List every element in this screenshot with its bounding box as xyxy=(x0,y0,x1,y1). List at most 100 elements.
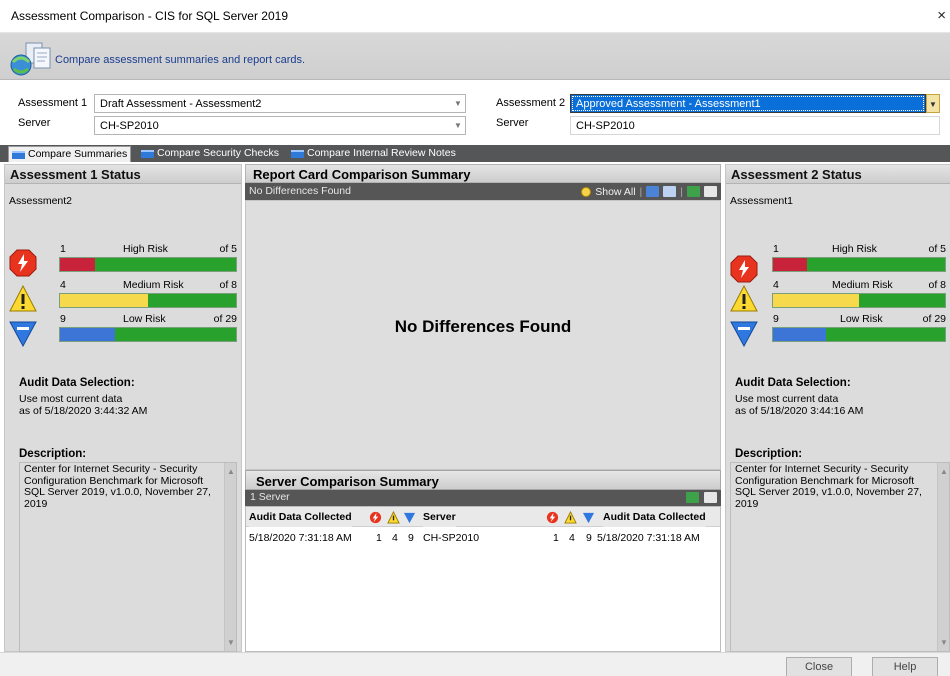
print-icon[interactable] xyxy=(704,186,717,197)
show-all-icon[interactable] xyxy=(581,186,592,197)
tab-compare-summaries[interactable]: Compare Summaries xyxy=(8,146,132,162)
high-risk-icon xyxy=(369,511,382,524)
dialog-button-bar: Close Help xyxy=(0,652,950,676)
header-banner: Compare assessment summaries and report … xyxy=(0,33,950,80)
report-card-grid: No Differences Found xyxy=(245,200,721,470)
chevron-down-icon[interactable]: ▼ xyxy=(451,116,465,135)
report-card-toolbar: Show All | | xyxy=(581,184,717,199)
compare-assessments-icon xyxy=(10,42,51,76)
window-title: Assessment Comparison - CIS for SQL Serv… xyxy=(11,9,288,23)
cell-low-right: 9 xyxy=(586,532,592,544)
report-card-title: Report Card Comparison Summary xyxy=(245,164,721,183)
col-audit-data-left[interactable]: Audit Data Collected xyxy=(249,507,352,527)
description-scrollbar[interactable]: ▲ ▼ xyxy=(937,463,949,651)
risk-count: 1 xyxy=(773,243,779,255)
col-server[interactable]: Server xyxy=(423,507,456,527)
assessment-name: Assessment1 xyxy=(730,195,794,207)
scroll-down-icon[interactable]: ▼ xyxy=(940,637,948,649)
assessment-name: Assessment2 xyxy=(9,195,73,207)
report-card-subheader: No Differences Found Show All | | xyxy=(245,183,721,200)
col-audit-data-right[interactable]: Audit Data Collected xyxy=(603,507,706,527)
server-summary-subheader: 1 Server xyxy=(245,490,721,506)
server2-label: Server xyxy=(496,117,529,129)
low-risk-icon xyxy=(582,512,595,524)
risk-label: High Risk xyxy=(832,243,877,255)
medium-risk-icon xyxy=(564,511,577,524)
tab-bar: Compare Summaries Compare Security Check… xyxy=(0,145,950,162)
audit-data-title: Audit Data Selection: xyxy=(735,377,851,389)
tab-label: Compare Internal Review Notes xyxy=(307,147,456,159)
tab-label: Compare Security Checks xyxy=(157,147,279,159)
high-risk-icon xyxy=(9,249,37,277)
tab-compare-security-checks[interactable]: Compare Security Checks xyxy=(138,146,279,162)
server-count: 1 Server xyxy=(250,491,290,503)
excel-icon[interactable] xyxy=(686,492,699,503)
assessment-selectors: Assessment 1 Draft Assessment - Assessme… xyxy=(0,80,950,143)
server1-select[interactable]: CH-SP2010 xyxy=(94,116,466,135)
risk-label: Low Risk xyxy=(840,313,883,325)
list-icon xyxy=(141,150,154,158)
risk-label: Medium Risk xyxy=(123,279,184,291)
server1-label: Server xyxy=(18,117,51,129)
audit-data-line2: as of 5/18/2020 3:44:32 AM xyxy=(19,405,148,417)
low-risk-icon xyxy=(403,512,416,524)
cell-low-left: 9 xyxy=(408,532,414,544)
risk-bar xyxy=(772,257,946,272)
high-risk-row: 1 High Risk of 5 xyxy=(730,243,946,283)
risk-total: of 5 xyxy=(219,243,237,255)
cell-medium-right: 4 xyxy=(569,532,575,544)
low-risk-row: 9 Low Risk of 29 xyxy=(730,313,946,349)
close-button[interactable]: Close xyxy=(786,657,852,676)
columns-icon[interactable] xyxy=(663,186,677,197)
risk-total: of 8 xyxy=(219,279,237,291)
assessment1-select[interactable]: Draft Assessment - Assessment2 xyxy=(94,94,466,113)
risk-count: 9 xyxy=(60,313,66,325)
tab-compare-internal-review-notes[interactable]: Compare Internal Review Notes xyxy=(288,146,456,162)
risk-bar-fill xyxy=(60,328,115,341)
empty-message: No Differences Found xyxy=(394,317,572,336)
description-scrollbar[interactable]: ▲ ▼ xyxy=(224,463,236,651)
medium-risk-row: 4 Medium Risk of 8 xyxy=(9,279,237,315)
server-summary-title: Server Comparison Summary xyxy=(245,470,721,490)
chevron-down-icon[interactable]: ▼ xyxy=(926,94,940,113)
cell-high-left: 1 xyxy=(376,532,382,544)
list-icon xyxy=(12,151,25,159)
description-box[interactable]: Center for Internet Security - Security … xyxy=(730,462,950,652)
export-icon[interactable] xyxy=(646,186,660,197)
scroll-down-icon[interactable]: ▼ xyxy=(227,637,235,649)
report-card-status: No Differences Found xyxy=(249,185,351,197)
print-icon[interactable] xyxy=(704,492,717,503)
cell-medium-left: 4 xyxy=(392,532,398,544)
audit-data-line2: as of 5/18/2020 3:44:16 AM xyxy=(735,405,864,417)
description-box[interactable]: Center for Internet Security - Security … xyxy=(19,462,237,652)
assessment2-select[interactable]: Approved Assessment - Assessment1 xyxy=(570,94,926,113)
show-all-label[interactable]: Show All xyxy=(595,186,635,198)
panel-title: Assessment 1 Status xyxy=(5,165,241,184)
close-window-icon[interactable]: × xyxy=(937,7,946,24)
medium-risk-row: 4 Medium Risk of 8 xyxy=(730,279,946,315)
assessment2-status-panel: Assessment 2 Status Assessment1 1 High R… xyxy=(725,164,950,652)
help-button[interactable]: Help xyxy=(872,657,938,676)
risk-bar-fill xyxy=(60,258,96,271)
risk-total: of 29 xyxy=(213,313,237,325)
excel-icon[interactable] xyxy=(687,186,700,197)
risk-total: of 29 xyxy=(922,313,946,325)
audit-data-line1: Use most current data xyxy=(19,393,123,405)
scroll-up-icon[interactable]: ▲ xyxy=(227,466,235,478)
audit-data-title: Audit Data Selection: xyxy=(19,377,135,389)
low-risk-icon xyxy=(730,321,758,347)
high-risk-row: 1 High Risk of 5 xyxy=(9,243,237,279)
risk-bar xyxy=(59,293,237,308)
risk-total: of 8 xyxy=(928,279,946,291)
description-title: Description: xyxy=(735,448,803,460)
window-titlebar: Assessment Comparison - CIS for SQL Serv… xyxy=(0,0,950,33)
medium-risk-icon xyxy=(9,285,37,312)
cell-server: CH-SP2010 xyxy=(423,532,480,544)
scroll-up-icon[interactable]: ▲ xyxy=(940,466,948,478)
risk-bar xyxy=(772,327,946,342)
chevron-down-icon[interactable]: ▼ xyxy=(451,94,465,113)
risk-count: 4 xyxy=(773,279,779,291)
server2-field: CH-SP2010 xyxy=(570,116,940,135)
cell-audit-left: 5/18/2020 7:31:18 AM xyxy=(249,532,352,544)
description-text: Center for Internet Security - Security … xyxy=(735,463,922,510)
